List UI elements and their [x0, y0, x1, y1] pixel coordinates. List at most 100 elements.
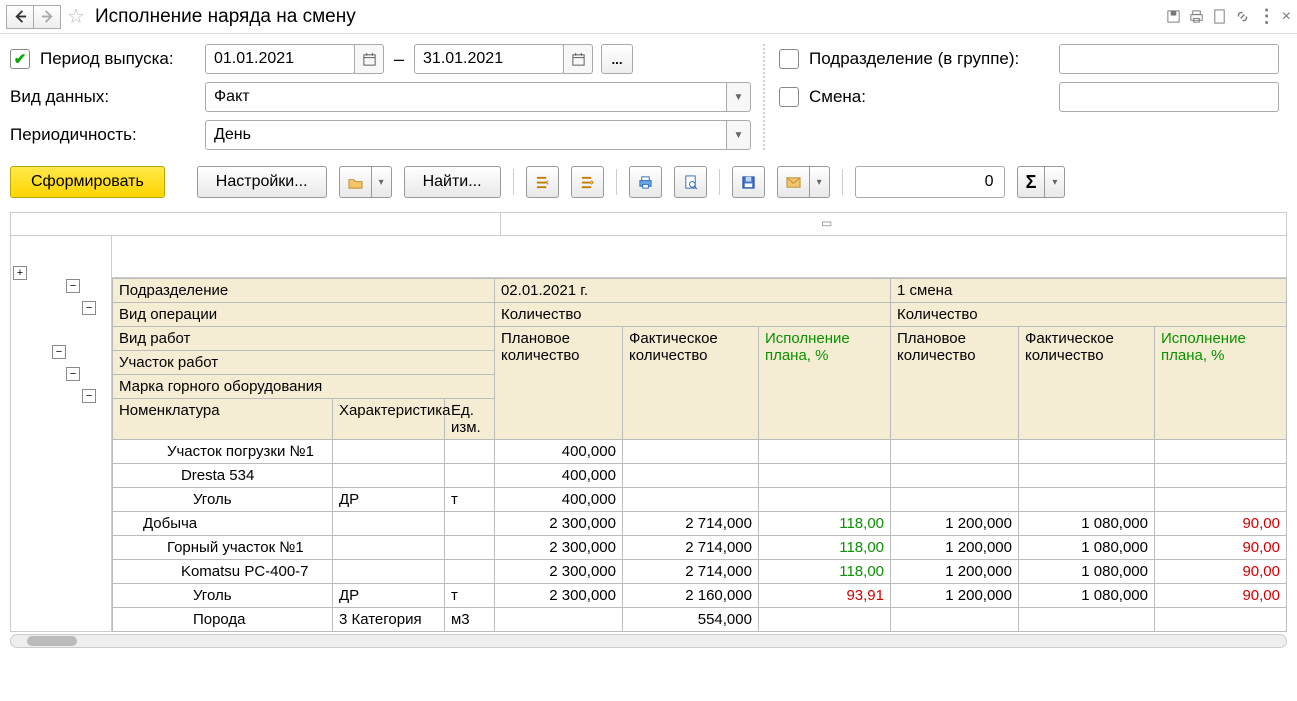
tree-toggle[interactable]: −	[82, 389, 96, 403]
title-bar: ☆ Исполнение наряда на смену ⋮ ×	[0, 0, 1297, 34]
email-button[interactable]	[777, 166, 810, 198]
hdr-plan-d: Плановое количество	[494, 327, 622, 440]
collapse-all-button[interactable]	[571, 166, 604, 198]
sum-button[interactable]: Σ	[1017, 166, 1046, 198]
variants-dropdown[interactable]: ▾	[372, 166, 392, 198]
envelope-icon	[786, 175, 801, 190]
email-dropdown[interactable]: ▾	[810, 166, 830, 198]
hdr-fact-d: Фактическое количество	[622, 327, 758, 440]
row-d-exec: 118,00	[758, 536, 890, 560]
row-s-fact: 1 080,000	[1019, 536, 1155, 560]
row-s-exec: 90,00	[1155, 560, 1287, 584]
row-name: Уголь	[112, 584, 332, 608]
find-button[interactable]: Найти...	[404, 166, 501, 198]
save-button[interactable]	[732, 166, 765, 198]
print-icon[interactable]	[1189, 9, 1204, 24]
forward-button[interactable]	[33, 5, 61, 29]
row-name: Уголь	[112, 488, 332, 512]
tree-toggle[interactable]: −	[66, 367, 80, 381]
close-icon[interactable]: ×	[1282, 8, 1291, 26]
periodicity-input[interactable]	[205, 120, 727, 150]
report-table: Подразделение 02.01.2021 г. 1 смена Вид …	[112, 278, 1287, 632]
settings-button[interactable]: Настройки...	[197, 166, 327, 198]
table-row: Горный участок №12 300,0002 714,000118,0…	[112, 536, 1286, 560]
row-s-plan	[891, 608, 1019, 632]
date-from-input[interactable]	[205, 44, 355, 74]
row-s-exec	[1155, 608, 1287, 632]
report-area: + Подразделение 02.01.2021 г. 1 смена Ви…	[0, 212, 1297, 648]
save-icon[interactable]	[1166, 9, 1181, 24]
filter-panel: Период выпуска: – ... Вид данных: ▼ Пери…	[0, 34, 1297, 160]
date-to-calendar[interactable]	[563, 44, 593, 74]
row-s-exec: 90,00	[1155, 584, 1287, 608]
row-d-fact: 2 714,000	[622, 560, 758, 584]
tree-toggle[interactable]: −	[66, 279, 80, 293]
row-name: Участок погрузки №1	[112, 440, 332, 464]
row-s-plan: 1 200,000	[891, 536, 1019, 560]
print-button[interactable]	[629, 166, 662, 198]
row-d-exec	[758, 464, 890, 488]
date-to-input[interactable]	[414, 44, 564, 74]
calendar-icon	[362, 52, 377, 67]
sum-box[interactable]	[855, 166, 1005, 198]
document-icon[interactable]	[1212, 9, 1227, 24]
expand-root-button[interactable]: +	[13, 266, 27, 280]
row-uom: т	[444, 584, 494, 608]
hdr-optype: Вид операции	[112, 303, 494, 327]
row-uom: т	[444, 488, 494, 512]
period-checkbox[interactable]	[10, 49, 30, 69]
arrow-right-icon	[40, 9, 55, 24]
row-s-exec	[1155, 464, 1287, 488]
row-char	[332, 560, 444, 584]
expand-all-button[interactable]	[526, 166, 559, 198]
link-icon[interactable]	[1235, 9, 1250, 24]
favorite-star-icon[interactable]: ☆	[67, 4, 85, 29]
row-d-plan: 400,000	[494, 440, 622, 464]
table-row: Dresta 534400,000	[112, 464, 1286, 488]
printer-icon	[638, 175, 653, 190]
row-uom	[444, 440, 494, 464]
row-s-fact	[1019, 608, 1155, 632]
row-d-fact	[622, 440, 758, 464]
hdr-worktype: Вид работ	[112, 327, 494, 351]
row-d-fact: 2 714,000	[622, 536, 758, 560]
sum-dropdown[interactable]: ▾	[1045, 166, 1065, 198]
row-s-plan: 1 200,000	[891, 584, 1019, 608]
row-d-plan	[494, 608, 622, 632]
date-from-calendar[interactable]	[354, 44, 384, 74]
shift-label: Смена:	[809, 87, 1049, 107]
row-uom	[444, 560, 494, 584]
periodicity-dropdown[interactable]: ▼	[727, 120, 751, 150]
row-d-plan: 2 300,000	[494, 536, 622, 560]
back-button[interactable]	[6, 5, 34, 29]
shift-checkbox[interactable]	[779, 87, 799, 107]
horizontal-scrollbar[interactable]	[10, 634, 1287, 648]
more-icon[interactable]: ⋮	[1258, 6, 1274, 27]
row-s-exec: 90,00	[1155, 536, 1287, 560]
unit-input[interactable]	[1059, 44, 1279, 74]
periodicity-label: Периодичность:	[10, 125, 205, 145]
data-type-input[interactable]	[205, 82, 727, 112]
folder-icon	[348, 175, 363, 190]
data-type-dropdown[interactable]: ▼	[727, 82, 751, 112]
generate-button[interactable]: Сформировать	[10, 166, 165, 198]
table-row: Участок погрузки №1 400,000	[112, 440, 1286, 464]
row-s-fact: 1 080,000	[1019, 512, 1155, 536]
shift-input[interactable]	[1059, 82, 1279, 112]
column-collapse-handle[interactable]	[821, 215, 832, 231]
row-char: ДР	[332, 584, 444, 608]
period-select-button[interactable]: ...	[601, 44, 633, 74]
collapse-icon	[580, 175, 595, 190]
preview-button[interactable]	[674, 166, 707, 198]
tree-toggle[interactable]: −	[52, 345, 66, 359]
row-uom	[444, 464, 494, 488]
unit-checkbox[interactable]	[779, 49, 799, 69]
row-s-fact: 1 080,000	[1019, 560, 1155, 584]
variants-button[interactable]	[339, 166, 372, 198]
tree-toggle[interactable]: −	[82, 301, 96, 315]
row-name: Komatsu PC-400-7	[112, 560, 332, 584]
row-s-plan	[891, 488, 1019, 512]
hdr-qty-s: Количество	[891, 303, 1287, 327]
hdr-exec-s: Исполнение плана, %	[1155, 327, 1287, 440]
row-d-fact: 2 714,000	[622, 512, 758, 536]
